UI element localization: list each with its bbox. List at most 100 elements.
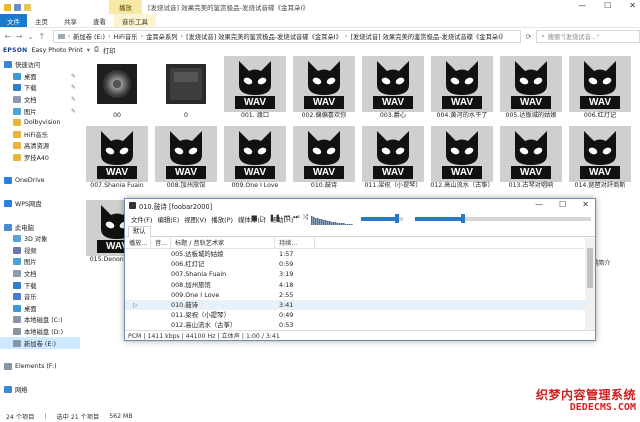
nav-item[interactable]: 文档 ✎ — [0, 94, 80, 106]
file-item[interactable]: WAV 007.Shania Fuain — [86, 126, 152, 196]
file-item[interactable]: 0 — [155, 56, 221, 126]
column-title-artist[interactable]: 标题 / 音轨艺术家 — [171, 237, 275, 249]
nav-item[interactable]: OneDrive — [0, 175, 80, 187]
refresh-icon[interactable]: ⟳ — [523, 33, 534, 41]
forward-icon[interactable]: → — [14, 32, 23, 41]
nav-item[interactable]: 桌面 — [0, 302, 80, 314]
tab-file[interactable]: 文件 — [0, 14, 27, 27]
nav-item[interactable]: 快速访问 — [0, 59, 80, 71]
file-item[interactable]: WAV 005.达板城的姑娘 — [500, 56, 566, 126]
nav-item[interactable]: 此电脑 — [0, 221, 80, 233]
breadcrumb-item[interactable]: 新加卷 (E:) — [73, 32, 105, 41]
foobar-maximize-button[interactable]: ☐ — [559, 200, 566, 209]
playlist-tab-default[interactable]: 默认 — [128, 226, 151, 237]
nav-item[interactable]: 本地磁盘 (D:) — [0, 326, 80, 338]
nav-item[interactable]: 图片 — [0, 256, 80, 268]
playlist-row[interactable]: 008.加州旅馆 4:18 — [125, 280, 585, 290]
tab-view[interactable]: 查看 — [85, 14, 114, 27]
playlist-row[interactable]: 005.达板城的姑娘 1:57 — [125, 249, 585, 259]
breadcrumb-item[interactable]: HiFi音乐 — [114, 32, 138, 41]
menu-view[interactable]: 视图(V) — [184, 215, 206, 224]
playlist-row[interactable]: 011.梁祝（小提琴） 0:49 — [125, 310, 585, 320]
pause-icon[interactable]: ❚❚ — [269, 214, 281, 222]
nav-item[interactable]: 下载 ✎ — [0, 82, 80, 94]
breadcrumb-item[interactable]: [发烧试音] 效果完美的鉴赏极品-发烧试音碟《金耳朵Ⅰ》 — [186, 32, 342, 41]
playlist-row[interactable]: 006.红灯记 0:59 — [125, 259, 585, 269]
playlist-row[interactable]: ▷ 010.鼓诗 3:41 — [125, 299, 585, 311]
file-item[interactable]: WAV 001. 渡口 — [224, 56, 290, 126]
wav-icon: WAV — [442, 59, 482, 109]
nav-item[interactable]: 网络 — [0, 384, 80, 396]
nav-item[interactable]: HiFi音乐 — [0, 129, 80, 141]
file-item[interactable]: WAV 006.红灯记 — [569, 56, 635, 126]
file-item[interactable]: WAV 014.琵琶对評商斯 — [569, 126, 635, 196]
nav-item[interactable]: 本地磁盘 (C:) — [0, 314, 80, 326]
volume-handle[interactable] — [394, 214, 399, 223]
foobar-minimize-button[interactable]: — — [535, 200, 543, 209]
file-item[interactable]: WAV 004.黄河的水干了 — [431, 56, 497, 126]
new-folder-icon[interactable] — [24, 3, 31, 11]
nav-item[interactable]: 图片 ✎ — [0, 105, 80, 117]
close-button[interactable]: ✕ — [629, 1, 636, 10]
print-button[interactable]: 打印 — [103, 46, 116, 55]
play-icon[interactable]: ▷ — [261, 214, 266, 222]
previous-icon[interactable]: ⏮ — [284, 213, 290, 222]
nav-item[interactable]: 罗技A40 — [0, 152, 80, 164]
nav-item[interactable]: 下载 — [0, 279, 80, 291]
nav-item[interactable]: 3D 对象 — [0, 233, 80, 245]
file-item[interactable]: WAV 008.加州旅馆 — [155, 126, 221, 196]
foobar-close-button[interactable]: ✕ — [582, 200, 589, 209]
minimize-button[interactable]: — — [578, 1, 586, 10]
column-track[interactable]: 音... — [151, 237, 171, 249]
scrollbar-thumb[interactable] — [587, 248, 593, 288]
nav-item[interactable]: WPS网盘 — [0, 198, 80, 210]
file-item[interactable]: 00 — [86, 56, 152, 126]
random-icon[interactable]: ⤨ — [302, 213, 308, 222]
recent-dropdown-icon[interactable]: ⌄ — [26, 32, 35, 41]
nav-item[interactable]: 视频 — [0, 245, 80, 257]
breadcrumb-item[interactable]: [发烧试音] 效果完美的鉴赏极品-发烧试音碟《金耳朵Ⅰ》 — [350, 32, 506, 41]
tab-share[interactable]: 共享 — [56, 14, 85, 27]
breadcrumb[interactable]: › 新加卷 (E:) › HiFi音乐 › 金耳朵系列 › [发烧试音] 效果完… — [52, 30, 521, 43]
nav-item[interactable]: 桌面 ✎ — [0, 71, 80, 83]
seek-handle[interactable] — [460, 214, 465, 223]
search-input[interactable]: ⌕ 搜索"[发烧试音..." — [536, 30, 640, 43]
properties-icon[interactable] — [14, 3, 21, 11]
foobar-window[interactable]: 010.鼓诗 [foobar2000] — ☐ ✕ 文件(F) 编辑(E) 视图… — [124, 198, 596, 341]
breadcrumb-item[interactable]: 金耳朵系列 — [146, 32, 177, 41]
file-item[interactable]: WAV 010.鼓诗 — [293, 126, 359, 196]
file-item[interactable]: WAV 011.梁祝（小提琴） — [362, 126, 428, 196]
context-tab-play[interactable]: 播放 — [109, 0, 142, 14]
playlist-row[interactable]: 007.Shania Fuain 3:19 — [125, 269, 585, 279]
playlist-row[interactable]: 009.One I Love 2:55 — [125, 290, 585, 300]
seek-bar[interactable] — [415, 217, 591, 221]
playlist-row[interactable]: 012.高山流水（古筝） 0:53 — [125, 320, 585, 330]
maximize-button[interactable]: ☐ — [604, 1, 611, 10]
column-duration[interactable]: 持续... — [275, 237, 315, 249]
menu-edit[interactable]: 编辑(E) — [157, 215, 179, 224]
column-playing[interactable]: 播放... — [125, 237, 151, 249]
file-item[interactable]: WAV 009.One I Love — [224, 126, 290, 196]
nav-item[interactable]: 新加卷 (E:) — [0, 337, 80, 349]
nav-item[interactable]: 文档 — [0, 268, 80, 280]
back-icon[interactable]: ← — [3, 32, 12, 41]
file-item[interactable]: WAV 003.爵心 — [362, 56, 428, 126]
tab-music-tools[interactable]: 音乐工具 — [114, 14, 156, 27]
stop-icon[interactable]: ■ — [251, 214, 258, 222]
chevron-down-icon[interactable]: ▾ — [87, 47, 90, 54]
menu-file[interactable]: 文件(F) — [131, 215, 152, 224]
up-icon[interactable]: ↑ — [37, 32, 46, 41]
menu-playback[interactable]: 播放(P) — [211, 215, 233, 224]
easy-photo-print-button[interactable]: Easy Photo Print — [31, 47, 82, 54]
nav-item[interactable]: Dolbyvision — [0, 117, 80, 129]
playlist-scrollbar[interactable] — [585, 238, 595, 330]
tab-home[interactable]: 主页 — [27, 14, 56, 27]
nav-item[interactable]: Elements (F:) — [0, 360, 80, 372]
file-item[interactable]: WAV 013.古琴对唱响 — [500, 126, 566, 196]
file-item[interactable]: WAV 012.高山流水（古筝） — [430, 126, 497, 196]
next-icon[interactable]: ⏭ — [293, 213, 299, 222]
file-item[interactable]: WAV 002.偏偏喜欢你 — [293, 56, 359, 126]
nav-item[interactable]: 高清资源 — [0, 140, 80, 152]
folder-icon[interactable] — [4, 3, 11, 11]
nav-item[interactable]: 音乐 — [0, 291, 80, 303]
